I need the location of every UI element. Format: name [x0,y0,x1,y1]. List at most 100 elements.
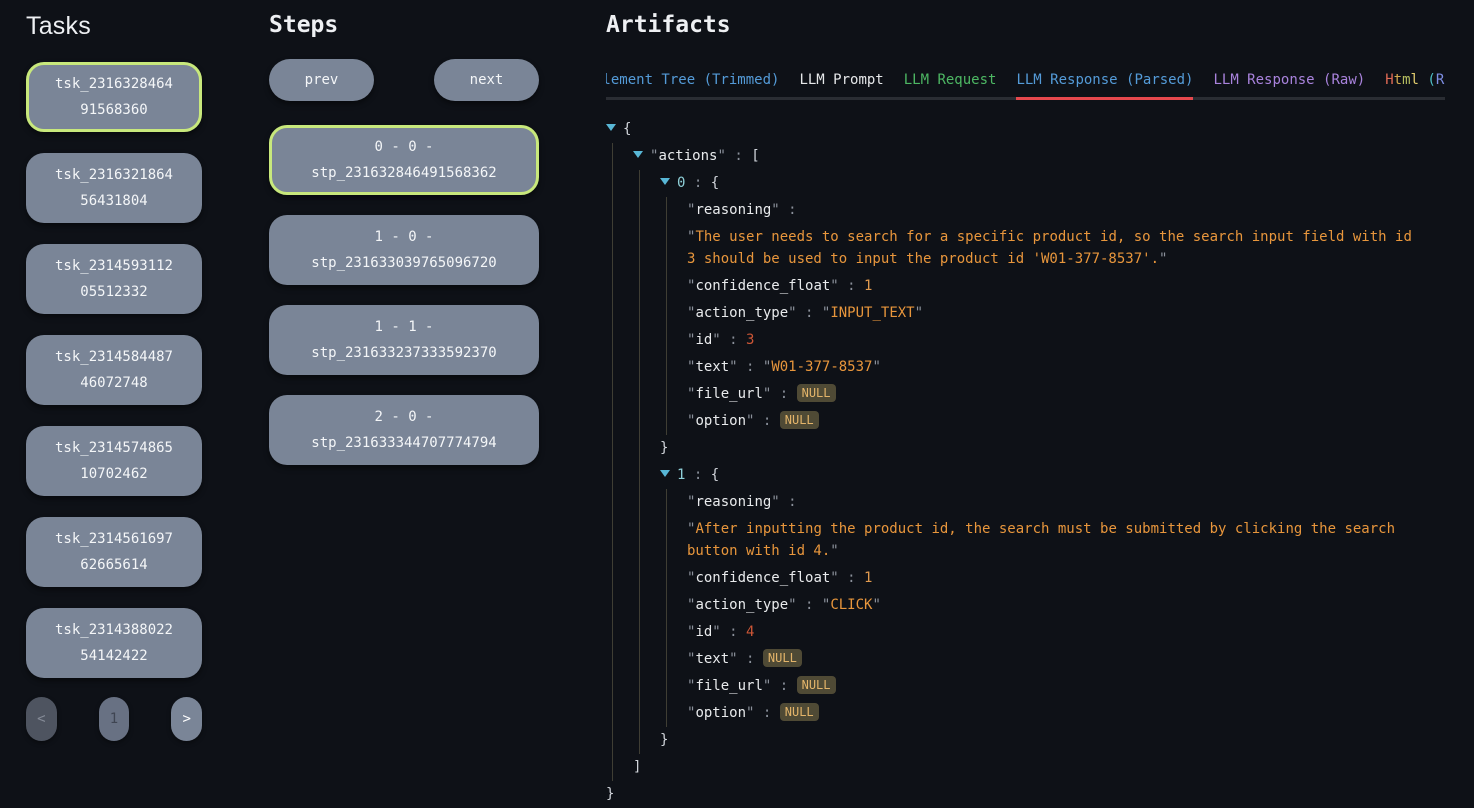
null-badge: NULL [780,411,819,429]
collapse-triangle-icon[interactable] [660,470,670,477]
steps-list: 0 - 0 - stp_231632846491568362 1 - 0 - st… [269,125,539,465]
tab-llm-request[interactable]: LLM Request [904,66,997,100]
indent-guide [666,565,667,592]
json-punctuation: : [685,175,710,191]
indent-guide [612,408,613,435]
json-punctuation: : [839,570,864,586]
json-line: 1 : { [606,462,1445,489]
indent-guide [639,673,640,700]
json-punctuation: : [726,148,751,164]
collapse-triangle-icon[interactable] [606,124,616,131]
steps-next-button[interactable]: next [434,59,539,101]
indent-guide [612,197,613,224]
json-line: "The user needs to search for a specific… [606,224,1445,273]
json-key: "id" [687,624,721,640]
task-button[interactable]: tsk_231632846491568360 [26,62,202,132]
tab-llm-response-parsed[interactable]: LLM Response (Parsed) [1016,66,1193,100]
indent-guide [639,354,640,381]
json-line: "text" : "W01-377-8537" [606,354,1445,381]
indent-guide [666,354,667,381]
indent-guide [612,516,613,565]
null-badge: NULL [797,384,836,402]
json-punctuation: : [780,202,797,218]
indent-guide [666,381,667,408]
tasks-title: Tasks [26,12,202,46]
indent-guide [666,646,667,673]
json-key: "reasoning" [687,494,780,510]
collapse-triangle-icon[interactable] [633,151,643,158]
json-line: 0 : { [606,170,1445,197]
indent-guide [639,197,640,224]
pagination-next-button[interactable]: > [171,697,202,741]
json-line: "file_url" : NULL [606,381,1445,408]
steps-title: Steps [269,12,539,46]
json-tree-viewer: { "actions" : [0 : { "reasoning" : "The use… [606,116,1445,808]
artifacts-tab-bar: Element Tree (Trimmed) LLM Prompt LLM Requ… [606,66,1445,100]
task-button[interactable]: tsk_231458448746072748 [26,335,202,405]
task-button[interactable]: tsk_231632186456431804 [26,153,202,223]
artifacts-title: Artifacts [606,12,1445,46]
indent-guide [639,462,640,489]
indent-guide [639,565,640,592]
indent-guide [639,300,640,327]
json-string-value: "W01-377-8537" [763,359,881,375]
step-button[interactable]: 2 - 0 - stp_231633344707774794 [269,395,539,465]
json-key: "confidence_float" [687,278,839,294]
indent-guide [666,673,667,700]
pagination-prev-button[interactable]: < [26,697,57,741]
indent-guide [612,224,613,273]
json-punctuation: : [797,305,822,321]
json-punctuation: ] [633,759,641,775]
json-number-value: 1 [864,278,872,294]
indent-guide [666,619,667,646]
task-button[interactable]: tsk_231459311205512332 [26,244,202,314]
indent-guide [666,273,667,300]
json-key: "id" [687,332,721,348]
indent-guide [639,381,640,408]
indent-guide [666,197,667,224]
json-punctuation: { [711,467,719,483]
indent-guide [666,489,667,516]
indent-guide [612,592,613,619]
indent-guide [639,646,640,673]
task-button[interactable]: tsk_231457486510702462 [26,426,202,496]
pagination-page-1-button[interactable]: 1 [99,697,130,741]
json-punctuation: : [721,624,746,640]
json-punctuation: : [797,597,822,613]
json-line: } [606,781,1445,808]
json-string-value: "The user needs to search for a specific… [687,226,1422,270]
collapse-triangle-icon[interactable] [660,178,670,185]
json-punctuation: : [721,332,746,348]
json-line: "id" : 4 [606,619,1445,646]
indent-guide [612,700,613,727]
tab-element-tree-trimmed[interactable]: Element Tree (Trimmed) [606,66,779,100]
json-line: "option" : NULL [606,700,1445,727]
steps-prev-button[interactable]: prev [269,59,374,101]
step-button[interactable]: 1 - 1 - stp_231633237333592370 [269,305,539,375]
json-punctuation: : [754,705,779,721]
indent-guide [666,592,667,619]
step-button[interactable]: 1 - 0 - stp_231633039765096720 [269,215,539,285]
indent-guide [639,170,640,197]
task-button[interactable]: tsk_231438802254142422 [26,608,202,678]
json-line: } [606,435,1445,462]
tab-html-raw[interactable]: Html (Raw) [1385,66,1445,100]
indent-guide [666,516,667,565]
indent-guide [612,435,613,462]
step-button[interactable]: 0 - 0 - stp_231632846491568362 [269,125,539,195]
indent-guide [612,489,613,516]
tab-llm-response-raw[interactable]: LLM Response (Raw) [1213,66,1365,100]
json-line: "actions" : [ [606,143,1445,170]
tasks-list: tsk_231632846491568360 tsk_23163218645643… [26,62,202,678]
tab-llm-prompt[interactable]: LLM Prompt [799,66,883,100]
task-button[interactable]: tsk_231456169762665614 [26,517,202,587]
json-punctuation: : [839,278,864,294]
indent-guide [639,700,640,727]
json-punctuation: { [711,175,719,191]
json-line: "file_url" : NULL [606,673,1445,700]
json-key: "action_type" [687,597,797,613]
json-line: "option" : NULL [606,408,1445,435]
json-line: "text" : NULL [606,646,1445,673]
json-punctuation: : [771,678,796,694]
indent-guide [639,224,640,273]
